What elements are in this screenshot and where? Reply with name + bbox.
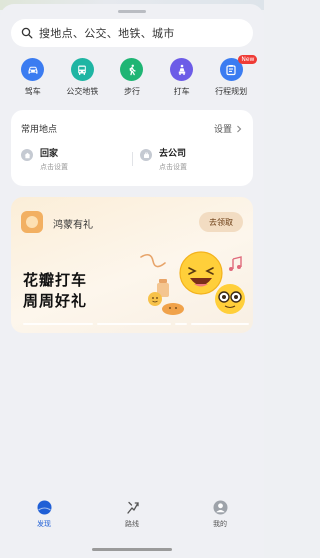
car-icon: [21, 58, 45, 81]
tab-profile[interactable]: 我的: [190, 500, 250, 540]
quick-action-walk[interactable]: 步行: [107, 58, 157, 102]
divider: [132, 152, 133, 166]
harmony-logo-icon: [21, 211, 43, 233]
favorite-home[interactable]: 回家 点击设置: [21, 146, 68, 172]
quick-action-transit[interactable]: 公交地铁: [58, 58, 108, 102]
quick-action-label: 公交地铁: [66, 87, 99, 96]
quick-action-label: 行程规划: [215, 87, 248, 96]
favorite-office-name: 去公司: [159, 149, 187, 159]
claim-button[interactable]: 去领取: [199, 212, 243, 232]
favorite-home-hint: 点击设置: [40, 163, 68, 171]
quick-actions: 驾车 公交地铁 步行 打车 New 行程规划: [8, 55, 258, 102]
carousel-dot: [175, 323, 187, 325]
favorite-home-name: 回家: [40, 149, 59, 159]
quick-action-label: 驾车: [24, 87, 41, 96]
search-placeholder: 搜地点、公交、地铁、城市: [39, 27, 175, 40]
carousel-dot: [191, 323, 249, 325]
favorite-places-card: 常用地点 设置 回家 点击设置 去公司 点击设置: [11, 110, 253, 186]
tab-label: 发现: [37, 520, 51, 528]
quick-action-label: 打车: [173, 87, 190, 96]
promo-brand: 鸿蒙有礼: [53, 220, 93, 231]
tab-label: 路线: [125, 520, 139, 528]
profile-icon: [213, 500, 227, 515]
promo-banner[interactable]: 鸿蒙有礼 去领取 花瓣打车 周周好礼: [11, 197, 253, 333]
search-bar[interactable]: 搜地点、公交、地铁、城市: [11, 19, 253, 47]
ribbon-swirl: [140, 253, 166, 268]
discover-icon: [37, 500, 51, 515]
chevron-right-icon: [237, 125, 242, 132]
home-indicator[interactable]: [92, 548, 172, 551]
carousel-dot: [23, 323, 93, 325]
carousel-indicator: [23, 323, 249, 325]
quick-action-trip-planning[interactable]: New 行程规划: [206, 55, 258, 102]
tab-route[interactable]: 路线: [102, 500, 162, 540]
route-icon: [126, 501, 139, 514]
new-badge: New: [238, 55, 258, 64]
cookie-emoji: [162, 303, 184, 315]
favorites-settings-link[interactable]: 设置: [214, 122, 243, 135]
promo-headline-1: 花瓣打车: [23, 271, 88, 289]
search-icon: [21, 27, 33, 39]
sheet-grabber[interactable]: [118, 10, 146, 13]
favorite-office[interactable]: 去公司 点击设置: [140, 146, 187, 172]
carousel-dot: [97, 323, 171, 325]
office-icon: [140, 149, 152, 161]
home-icon: [21, 149, 33, 161]
favorites-title: 常用地点: [21, 125, 58, 135]
bus-icon: [70, 58, 94, 81]
small-emoji: [148, 292, 162, 306]
walk-icon: [120, 58, 144, 81]
tab-label: 我的: [213, 520, 227, 528]
bottom-tab-bar: 发现 路线 我的: [0, 500, 264, 540]
quick-action-drive[interactable]: 驾车: [8, 58, 58, 102]
favorite-office-hint: 点击设置: [159, 163, 187, 171]
taxi-icon: [170, 58, 194, 81]
quick-action-label: 步行: [123, 87, 140, 96]
favorites-settings-label: 设置: [213, 125, 232, 135]
quick-action-taxi[interactable]: 打车: [157, 58, 207, 102]
tab-discover[interactable]: 发现: [14, 500, 74, 540]
emoji-illustration: [140, 251, 245, 315]
promo-headline-2: 周周好礼: [23, 292, 88, 310]
